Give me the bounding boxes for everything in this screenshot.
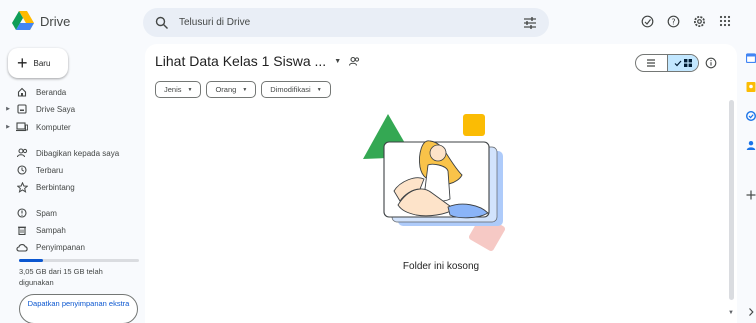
sidebar-item-label: Sampah: [36, 225, 66, 235]
new-button-label: Baru: [33, 58, 51, 68]
view-toggle: [635, 54, 699, 72]
computer-icon: [16, 121, 28, 133]
clock-icon: [16, 164, 28, 176]
sidebar-item-label: Spam: [36, 208, 57, 218]
svg-text:?: ?: [671, 17, 675, 26]
filter-people-chip[interactable]: Orang ▼: [206, 81, 257, 98]
scrollbar[interactable]: [729, 100, 734, 300]
check-icon: [674, 60, 682, 66]
shared-folder-icon[interactable]: [349, 56, 360, 67]
grid-view-button[interactable]: [666, 55, 698, 71]
main-panel: Lihat Data Kelas 1 Siswa ... ▼ Jenis ▼ O…: [145, 44, 737, 323]
trash-icon: [16, 224, 28, 236]
list-view-button[interactable]: [636, 55, 667, 71]
page-title: Lihat Data Kelas 1 Siswa ...: [155, 53, 327, 69]
spam-icon: [16, 207, 28, 219]
tasks-icon[interactable]: [746, 111, 756, 121]
sidebar-item-label: Drive Saya: [36, 104, 76, 114]
chip-label: Orang: [215, 85, 237, 94]
side-panel-rail: [740, 44, 756, 323]
app-name: Drive: [40, 13, 71, 29]
sidebar-item-label: Komputer: [36, 122, 71, 132]
sidebar-item-shared[interactable]: Dibagikan kepada saya: [0, 146, 119, 160]
chevron-down-icon: ▼: [334, 57, 342, 65]
storage-progress-bar: [19, 259, 139, 262]
my-drive-icon: [16, 103, 28, 115]
help-icon[interactable]: ?: [666, 14, 680, 28]
sidebar-item-label: Dibagikan kepada saya: [36, 148, 120, 158]
sidebar-item-label: Beranda: [36, 87, 67, 97]
add-addon-icon[interactable]: [746, 190, 756, 200]
chip-label: Jenis: [164, 85, 182, 94]
top-bar: Drive ?: [0, 0, 756, 44]
filter-chips: Jenis ▼ Orang ▼ Dimodifikasi ▼: [155, 81, 331, 98]
plus-icon: +: [17, 53, 28, 73]
sidebar-item-starred[interactable]: Berbintang: [0, 180, 75, 194]
filter-modified-chip[interactable]: Dimodifikasi ▼: [261, 81, 331, 98]
drive-logo[interactable]: Drive: [12, 11, 70, 31]
sidebar-item-spam[interactable]: Spam: [0, 206, 57, 220]
offline-status-icon[interactable]: [640, 14, 654, 28]
cloud-icon: [16, 241, 28, 253]
chevron-down-icon: ▼: [187, 86, 193, 93]
folder-title-menu[interactable]: Lihat Data Kelas 1 Siswa ... ▼: [155, 53, 360, 69]
empty-folder-illustration: [363, 114, 506, 252]
sidebar: + Baru Beranda ▶ Drive Saya ▶ Komputer D…: [0, 44, 145, 323]
keep-icon[interactable]: [746, 82, 756, 92]
filter-type-chip[interactable]: Jenis ▼: [155, 81, 202, 98]
sidebar-item-trash[interactable]: Sampah: [0, 223, 66, 237]
storage-progress-fill: [19, 259, 43, 262]
chip-label: Dimodifikasi: [270, 85, 311, 94]
top-actions: ?: [640, 14, 732, 28]
get-more-storage-button[interactable]: Dapatkan penyimpanan ekstra: [19, 294, 138, 323]
chevron-right-icon[interactable]: [746, 307, 756, 317]
star-icon: [16, 181, 28, 193]
empty-folder-message: Folder ini kosong: [402, 261, 480, 272]
search-input[interactable]: [179, 17, 523, 28]
settings-icon[interactable]: [692, 14, 706, 28]
calendar-icon[interactable]: [746, 53, 756, 63]
sidebar-item-label: Terbaru: [36, 165, 64, 175]
sidebar-item-storage[interactable]: Penyimpanan: [0, 240, 85, 254]
scroll-down-arrow-icon[interactable]: ▼: [728, 310, 734, 316]
chevron-down-icon: ▼: [316, 86, 322, 93]
search-bar[interactable]: [143, 8, 549, 37]
storage-usage-text: 3,05 GB dari 15 GB telah digunakan: [19, 267, 103, 287]
chevron-down-icon: ▼: [242, 86, 248, 93]
sidebar-item-home[interactable]: Beranda: [0, 85, 66, 99]
info-icon[interactable]: [705, 57, 717, 69]
sidebar-item-my-drive[interactable]: ▶ Drive Saya: [0, 102, 75, 116]
new-button[interactable]: + Baru: [8, 48, 68, 78]
sidebar-item-computers[interactable]: ▶ Komputer: [0, 120, 71, 134]
home-icon: [16, 86, 28, 98]
sidebar-item-recent[interactable]: Terbaru: [0, 163, 63, 177]
drive-logo-icon: [12, 11, 34, 30]
sidebar-item-label: Berbintang: [36, 182, 75, 192]
contacts-icon[interactable]: [746, 140, 756, 150]
shared-icon: [16, 147, 28, 159]
apps-grid-icon[interactable]: [718, 14, 732, 28]
search-options-icon[interactable]: [523, 16, 537, 30]
search-icon[interactable]: [155, 16, 169, 30]
list-view-icon: [647, 59, 656, 67]
grid-view-icon: [683, 59, 692, 67]
expand-arrow-icon[interactable]: ▶: [0, 106, 10, 112]
sidebar-item-label: Penyimpanan: [36, 242, 85, 252]
expand-arrow-icon[interactable]: ▶: [0, 124, 10, 130]
